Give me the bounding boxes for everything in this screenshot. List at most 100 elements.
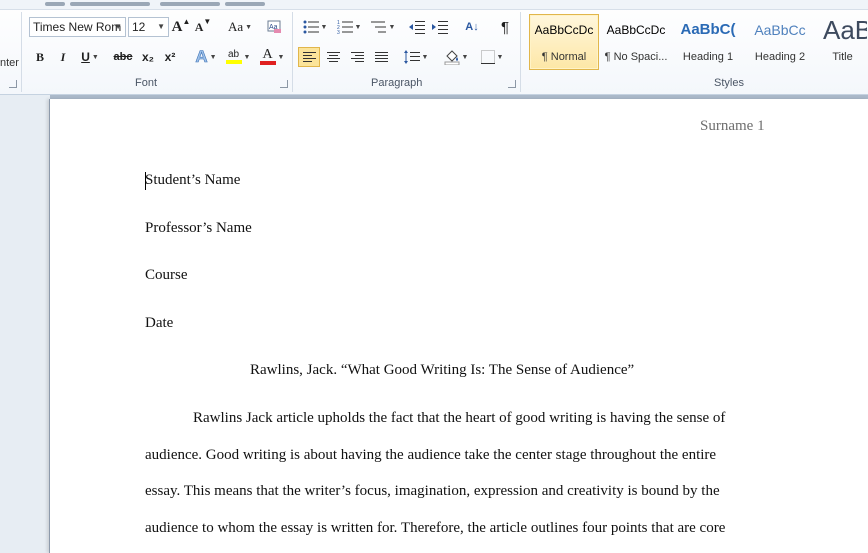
clipboard-dialog-launcher[interactable] bbox=[9, 80, 17, 88]
bullets-button[interactable]: ▼ bbox=[300, 17, 330, 37]
borders-button[interactable]: ▼ bbox=[476, 47, 508, 67]
style-sample: AaBbC( bbox=[680, 21, 736, 38]
styles-group-label: Styles bbox=[714, 77, 744, 89]
borders-icon bbox=[480, 50, 495, 64]
align-left-button[interactable] bbox=[298, 47, 320, 67]
style-sample: AaBbCc bbox=[754, 22, 806, 38]
justify-icon bbox=[374, 52, 388, 62]
increase-indent-button[interactable] bbox=[430, 17, 450, 37]
strikethrough-button[interactable]: abc bbox=[110, 47, 136, 67]
highlight-button[interactable]: ab ▼ bbox=[222, 47, 254, 67]
highlighter-icon: ab bbox=[225, 49, 242, 64]
align-center-icon bbox=[326, 52, 340, 62]
line-spacing-button[interactable]: ▼ bbox=[401, 47, 431, 67]
grow-font-icon: A bbox=[171, 18, 183, 35]
underline-icon: U bbox=[81, 50, 90, 64]
subscript-button[interactable]: x₂ bbox=[138, 47, 158, 67]
style-sample: AaB bbox=[823, 15, 867, 45]
italic-icon: I bbox=[60, 49, 66, 64]
page-header[interactable]: Surname 1 bbox=[700, 118, 765, 135]
show-formatting-marks-button[interactable]: ¶ bbox=[495, 17, 515, 37]
align-center-button[interactable] bbox=[322, 47, 344, 67]
essay-title[interactable]: Rawlins, Jack. “What Good Writing Is: Th… bbox=[250, 362, 634, 379]
font-color-button[interactable]: A ▼ bbox=[256, 47, 288, 67]
sort-button[interactable]: A↓ bbox=[461, 17, 483, 37]
underline-button[interactable]: U ▼ bbox=[76, 47, 104, 67]
justify-button[interactable] bbox=[370, 47, 392, 67]
numbering-button[interactable]: 1 2 3 ▼ bbox=[334, 17, 364, 37]
subscript-icon: x₂ bbox=[141, 50, 154, 64]
align-left-icon bbox=[302, 52, 316, 62]
style-name: Title bbox=[832, 51, 853, 63]
text-effects-button[interactable]: A ▼ bbox=[192, 47, 220, 67]
style-sample: AaBbCcDc bbox=[534, 23, 594, 37]
paragraph-group-label: Paragraph bbox=[371, 77, 423, 89]
body-line[interactable]: audience to whom the essay is written fo… bbox=[145, 520, 725, 537]
clear-formatting-button[interactable]: Aa bbox=[264, 17, 284, 37]
separator bbox=[21, 12, 22, 92]
font-size-box[interactable]: 12 ▼ bbox=[128, 17, 169, 37]
bold-icon: B bbox=[35, 49, 44, 64]
grow-font-button[interactable]: A ▲ bbox=[171, 17, 191, 37]
style-heading-2[interactable]: AaBbCc Heading 2 bbox=[745, 14, 815, 70]
shrink-font-icon: A bbox=[194, 19, 204, 34]
ribbon-top-strip bbox=[0, 0, 868, 10]
bold-button[interactable]: B bbox=[30, 47, 50, 67]
font-name-value: Times New Rom bbox=[33, 20, 122, 34]
font-color-bar bbox=[259, 61, 276, 65]
numbering-icon: 123 bbox=[337, 20, 353, 34]
font-group-label: Font bbox=[135, 77, 158, 89]
decrease-indent-button[interactable] bbox=[407, 17, 427, 37]
style-no-spacing[interactable]: AaBbCcDc ¶ No Spaci... bbox=[601, 14, 671, 70]
style-name: Heading 2 bbox=[754, 51, 806, 63]
line-spacing-icon bbox=[403, 50, 420, 64]
chevron-down-icon[interactable]: ▼ bbox=[157, 18, 165, 36]
multilevel-list-icon bbox=[370, 21, 386, 33]
style-name: ¶ No Spaci... bbox=[604, 51, 668, 63]
separator bbox=[292, 12, 293, 92]
decrease-indent-icon bbox=[409, 21, 425, 34]
change-case-button[interactable]: Aa ▼ bbox=[225, 17, 255, 37]
align-right-button[interactable] bbox=[346, 47, 368, 67]
paragraph-dialog-launcher[interactable] bbox=[508, 80, 516, 88]
highlight-color-bar bbox=[225, 60, 242, 64]
superscript-icon: x² bbox=[164, 50, 176, 64]
clear-formatting-icon: Aa bbox=[267, 20, 281, 33]
ribbon: nter Times New Rom ▼ 12 ▼ A ▲ A ▼ Aa ▼ Aa B… bbox=[0, 0, 868, 95]
align-right-icon bbox=[350, 52, 364, 62]
style-title[interactable]: AaB Title bbox=[817, 14, 868, 70]
style-sample: AaBbCcDc bbox=[606, 23, 666, 37]
body-line[interactable]: essay. This means that the writer’s focu… bbox=[145, 483, 720, 500]
separator bbox=[520, 12, 521, 92]
date-line[interactable]: Date bbox=[145, 315, 173, 332]
font-size-value: 12 bbox=[132, 20, 146, 34]
font-color-label: A bbox=[262, 47, 273, 62]
course-line[interactable]: Course bbox=[145, 267, 188, 284]
shrink-font-button[interactable]: A ▼ bbox=[194, 17, 212, 37]
style-normal[interactable]: AaBbCcDc ¶ Normal bbox=[529, 14, 599, 70]
format-painter-label[interactable]: nter bbox=[0, 57, 19, 69]
multilevel-list-button[interactable]: ▼ bbox=[368, 17, 398, 37]
font-color-icon: A bbox=[259, 47, 276, 65]
body-line[interactable]: audience. Good writing is about having t… bbox=[145, 447, 716, 464]
superscript-button[interactable]: x² bbox=[160, 47, 180, 67]
chevron-down-icon[interactable]: ▼ bbox=[114, 18, 122, 36]
italic-button[interactable]: I bbox=[53, 47, 73, 67]
font-dialog-launcher[interactable] bbox=[280, 80, 288, 88]
highlight-label: ab bbox=[227, 49, 240, 60]
style-heading-1[interactable]: AaBbC( Heading 1 bbox=[673, 14, 743, 70]
student-name-line[interactable]: Student’s Name bbox=[145, 172, 240, 189]
font-name-box[interactable]: Times New Rom ▼ bbox=[29, 17, 126, 37]
text-effects-icon: A bbox=[195, 47, 208, 67]
shading-button[interactable]: ▼ bbox=[441, 47, 471, 67]
svg-text:3: 3 bbox=[337, 30, 340, 34]
pilcrow-icon: ¶ bbox=[500, 18, 510, 36]
increase-indent-icon bbox=[432, 21, 448, 34]
body-line[interactable]: Rawlins Jack article upholds the fact th… bbox=[193, 410, 725, 427]
professor-name-line[interactable]: Professor’s Name bbox=[145, 220, 252, 237]
bullets-icon bbox=[303, 20, 319, 34]
left-margin-area bbox=[0, 95, 50, 553]
style-name: ¶ Normal bbox=[541, 51, 587, 63]
paint-bucket-icon bbox=[444, 50, 460, 65]
change-case-icon: Aa bbox=[227, 19, 244, 34]
